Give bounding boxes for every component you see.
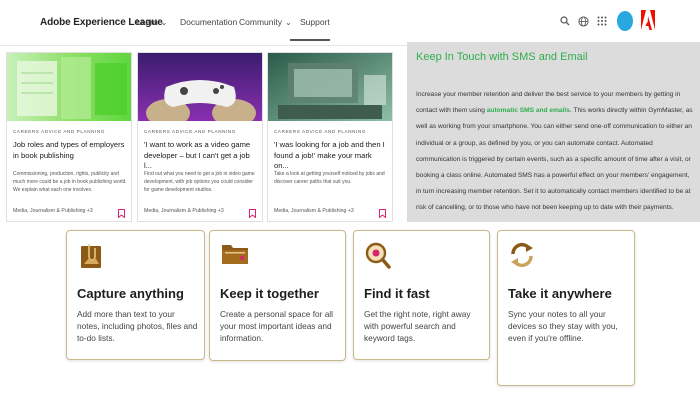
feature-title: Keep it together [220,286,319,301]
folder-icon [221,242,248,270]
article-title[interactable]: Job roles and types of employers in book… [13,140,127,161]
sync-icon [509,242,535,270]
sms-email-panel: Keep In Touch with SMS and Email Increas… [407,42,700,222]
feature-title: Find it fast [364,286,430,301]
article-tags: Media, Journalism & Publishing +3 [13,208,93,214]
article-excerpt: Take a look at getting yourself noticed … [274,171,385,185]
chevron-down-icon: ⌄ [160,18,168,27]
nav-learn[interactable]: Learn ⌄ [136,17,167,27]
feature-card: Take it anywhere Sync your notes to all … [497,230,635,386]
feature-description: Get the right note, right away with powe… [364,309,471,343]
feature-card: Capture anything Add more than text to y… [66,230,205,360]
feature-description: Create a personal space for all your mos… [220,309,333,343]
search-icon[interactable] [558,14,572,28]
magnifier-icon [365,242,391,270]
feature-card: Find it fast Get the right note, right a… [353,230,490,360]
nav-support[interactable]: Support [300,17,330,27]
bookmark-icon[interactable] [379,205,386,219]
article-thumbnail [7,53,131,121]
article-category: CAREERS ADVICE AND PLANNING [144,129,237,134]
bookmark-icon[interactable] [249,205,256,219]
bookmark-icon[interactable] [118,205,125,219]
article-title[interactable]: 'I want to work as a video game develope… [144,140,258,172]
article-category: CAREERS ADVICE AND PLANNING [274,129,367,134]
article-thumbnail [138,53,262,121]
adobe-logo-icon[interactable] [641,10,655,30]
chevron-down-icon: ⌄ [284,18,292,27]
nav-learn-label: Learn [136,17,158,27]
sms-feature-link[interactable]: automatic SMS and emails [487,107,570,114]
active-nav-indicator [290,39,330,41]
apps-grid-icon[interactable] [595,14,609,28]
sms-heading: Keep In Touch with SMS and Email [416,51,588,63]
article-card[interactable]: CAREERS ADVICE AND PLANNING 'I want to w… [137,52,263,222]
feature-card: Keep it together Create a personal space… [209,230,346,361]
paperclip-note-icon [78,242,104,270]
sms-body-part: . This works directly within GymMaster, … [416,107,693,212]
feature-description: Add more than text to your notes, includ… [77,309,198,343]
nav-documentation[interactable]: Documentation [180,17,237,27]
article-title[interactable]: 'I was looking for a job and then I foun… [274,140,388,172]
avatar[interactable] [617,11,633,31]
article-thumbnail [268,53,392,121]
feature-description: Sync your notes to all your devices so t… [508,309,618,343]
article-tags: Media, Journalism & Publishing +3 [144,208,224,214]
globe-icon[interactable] [576,14,590,28]
article-category: CAREERS ADVICE AND PLANNING [13,129,106,134]
article-excerpt: Find out what you need to get a job in v… [144,171,255,193]
article-card[interactable]: CAREERS ADVICE AND PLANNING 'I was looki… [267,52,393,222]
sms-body-text: Increase your member retention and deliv… [416,87,696,217]
feature-title: Capture anything [77,286,184,301]
nav-community[interactable]: Community ⌄ [239,17,292,27]
article-card[interactable]: CAREERS ADVICE AND PLANNING Job roles an… [6,52,132,222]
feature-title: Take it anywhere [508,286,612,301]
nav-community-label: Community [239,17,282,27]
article-excerpt: Commissioning, production, rights, publi… [13,171,127,193]
top-nav-bar: Adobe Experience League Learn ⌄ Documenta… [0,0,700,46]
article-tags: Media, Journalism & Publishing +3 [274,208,354,214]
